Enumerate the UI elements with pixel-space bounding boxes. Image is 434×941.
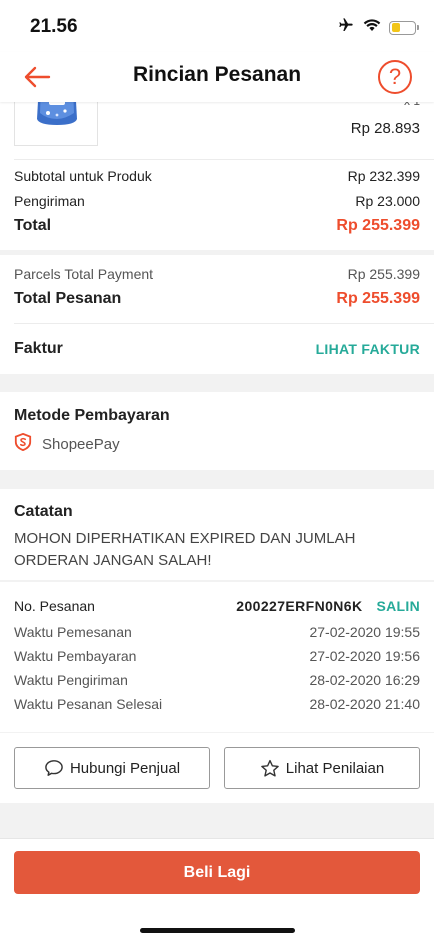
total-value: Rp 255.399	[336, 217, 420, 234]
completed-time-value: 28-02-2020 21:40	[309, 696, 420, 712]
divider	[14, 323, 434, 324]
divider	[14, 159, 434, 160]
order-info-card: No. Pesanan 200227ERFN0N6K SALIN Waktu P…	[0, 582, 434, 732]
payment-method-value: ShopeePay	[42, 436, 120, 453]
order-summary-card: x 1 Rp 28.893 Subtotal untuk Produk Rp 2…	[0, 102, 434, 250]
buy-again-button[interactable]: Beli Lagi	[14, 851, 420, 894]
payment-total-card: Parcels Total Payment Rp 255.399 Total P…	[0, 255, 434, 374]
star-icon	[260, 759, 279, 777]
contact-seller-button[interactable]: Hubungi Penjual	[14, 747, 210, 789]
copy-button[interactable]: SALIN	[377, 598, 421, 614]
order-total-label: Total Pesanan	[14, 290, 122, 307]
shipping-label: Pengiriman	[14, 193, 85, 209]
order-detail-scroll[interactable]: x 1 Rp 28.893 Subtotal untuk Produk Rp 2…	[0, 102, 434, 941]
notes-text: MOHON DIPERHATIKAN EXPIRED DAN JUMLAH OR…	[14, 530, 356, 569]
status-icons	[337, 17, 419, 38]
home-indicator[interactable]	[140, 928, 295, 933]
payment-method-title: Metode Pembayaran	[14, 407, 170, 424]
battery-icon	[389, 20, 419, 35]
status-bar: 21.56	[0, 0, 434, 52]
invoice-label: Faktur	[14, 340, 63, 357]
order-time-value: 27-02-2020 19:55	[309, 624, 420, 640]
shipping-time-value: 28-02-2020 16:29	[309, 672, 420, 688]
view-rating-label: Lihat Penilaian	[285, 759, 385, 777]
order-number-value: 200227ERFN0N6K	[236, 598, 363, 614]
wifi-icon	[363, 18, 381, 37]
status-time: 21.56	[30, 16, 78, 37]
total-label: Total	[14, 217, 52, 234]
payment-time-value: 27-02-2020 19:56	[309, 648, 420, 664]
shopeepay-icon	[14, 432, 32, 456]
shipping-time-label: Waktu Pengiriman	[14, 672, 128, 688]
subtotal-label: Subtotal untuk Produk	[14, 168, 152, 184]
order-total-value: Rp 255.399	[336, 290, 420, 307]
contact-seller-label: Hubungi Penjual	[69, 759, 181, 777]
question-mark-icon: ?	[388, 64, 402, 89]
notes-title: Catatan	[14, 503, 73, 520]
nav-bar: Rincian Pesanan ?	[0, 52, 434, 102]
chat-icon	[45, 760, 63, 776]
parcels-total-value: Rp 255.399	[347, 266, 420, 282]
payment-method-card: Metode Pembayaran ShopeePay	[0, 392, 434, 470]
help-button[interactable]: ?	[378, 60, 412, 94]
parcels-total-label: Parcels Total Payment	[14, 266, 154, 282]
view-rating-button[interactable]: Lihat Penilaian	[224, 747, 420, 789]
subtotal-value: Rp 232.399	[347, 168, 420, 184]
notes-card: Catatan MOHON DIPERHATIKAN EXPIRED DAN J…	[0, 489, 434, 580]
buy-again-footer: Beli Lagi	[0, 838, 434, 941]
product-price: Rp 28.893	[350, 120, 420, 137]
view-invoice-link[interactable]: LIHAT FAKTUR	[316, 341, 420, 357]
completed-time-label: Waktu Pesanan Selesai	[14, 696, 163, 712]
airplane-icon	[337, 17, 355, 38]
page-title: Rincian Pesanan	[132, 63, 302, 86]
order-time-label: Waktu Pemesanan	[14, 624, 132, 640]
shipping-value: Rp 23.000	[355, 193, 420, 209]
order-number-label: No. Pesanan	[14, 598, 95, 614]
payment-time-label: Waktu Pembayaran	[14, 648, 137, 664]
product-quantity: x 1	[404, 102, 420, 108]
